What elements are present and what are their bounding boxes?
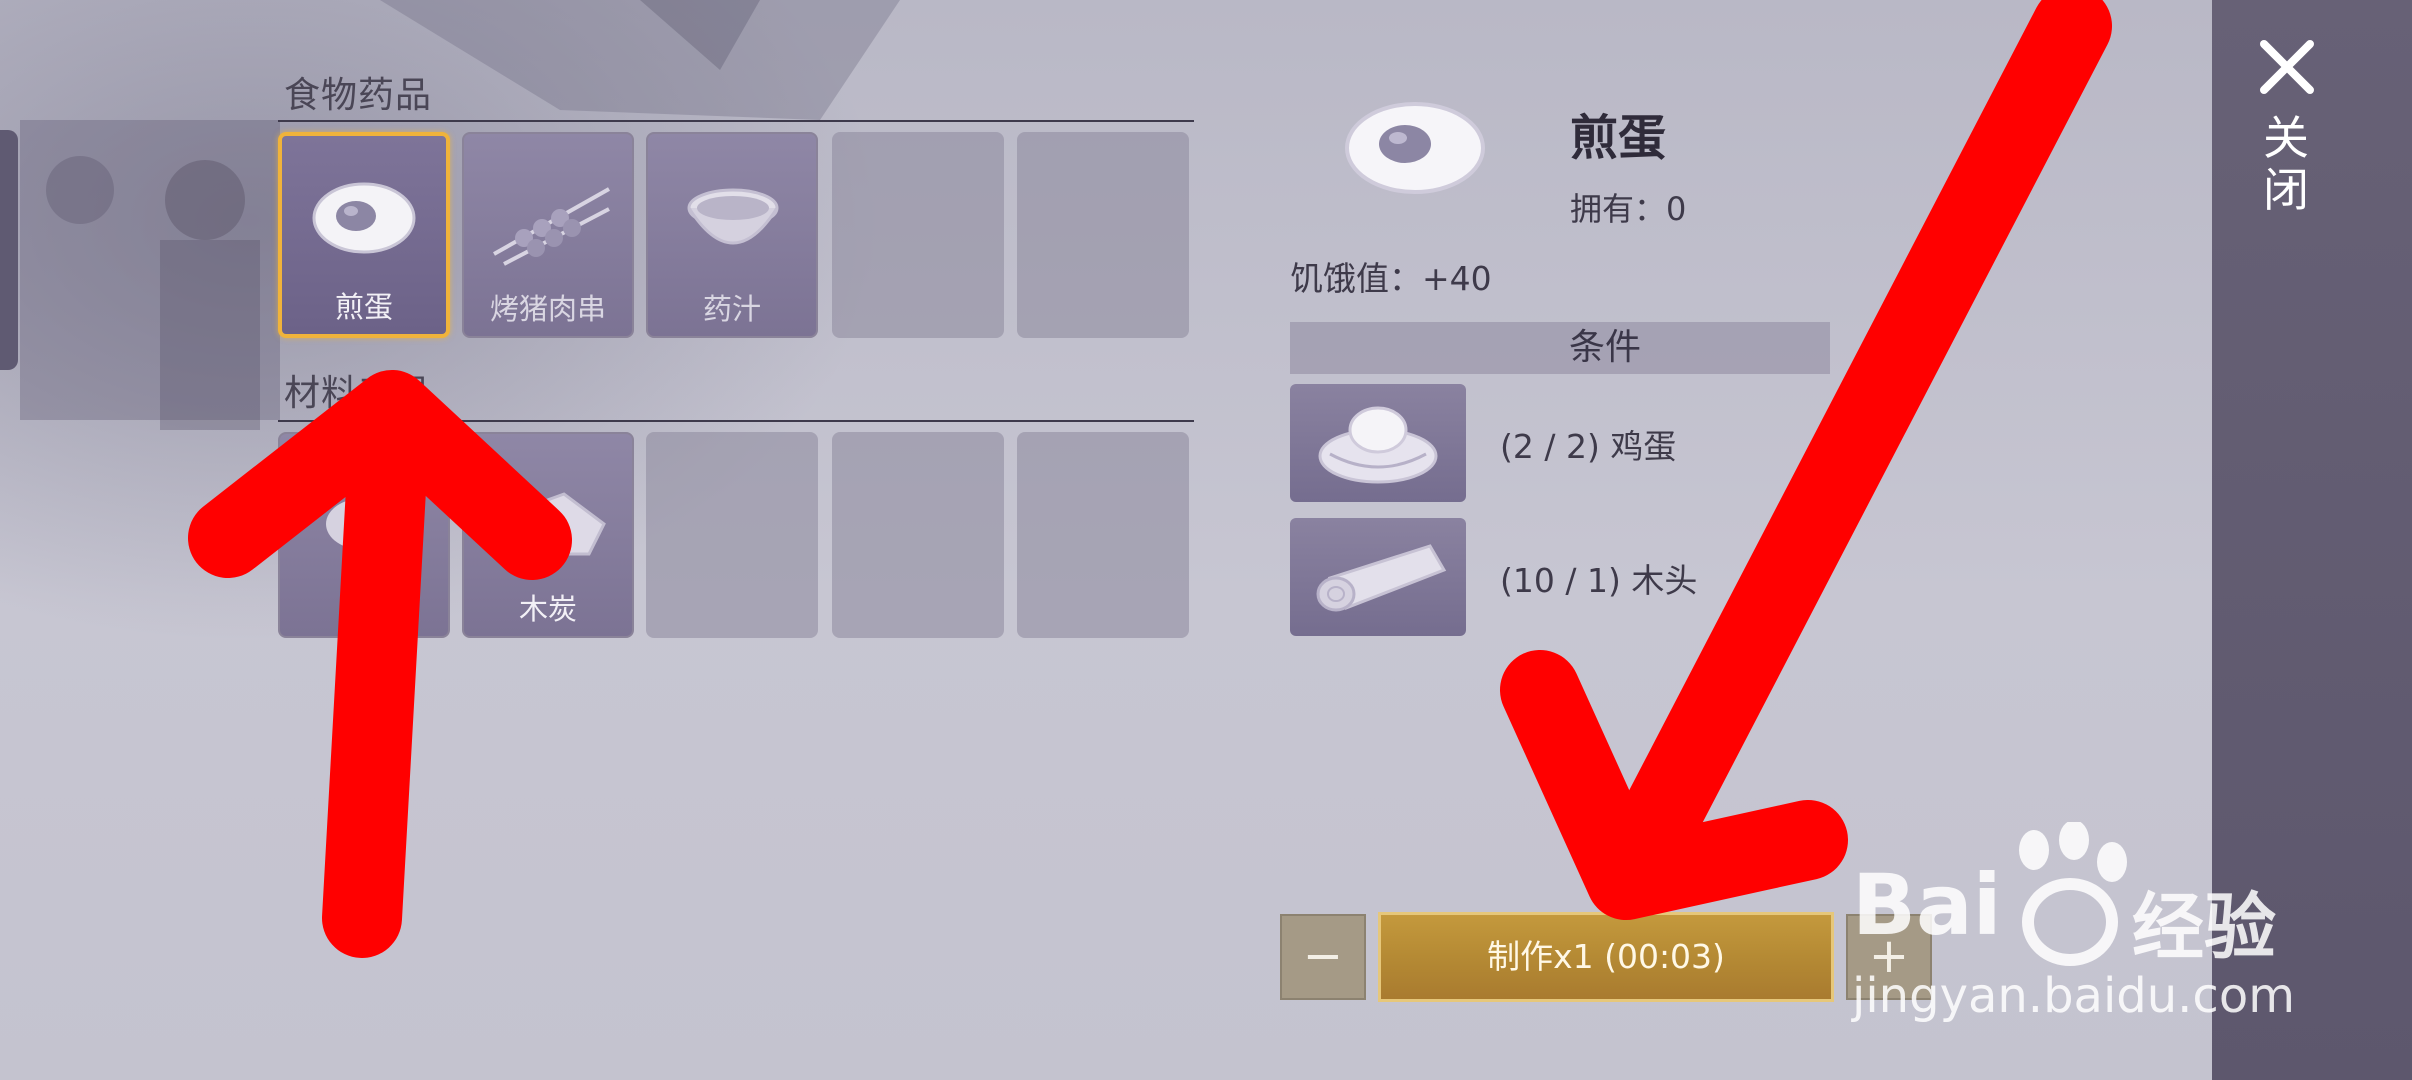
recipe-slot-empty bbox=[1017, 432, 1189, 638]
close-label[interactable]: 关闭 bbox=[2262, 112, 2310, 216]
crafting-screen: 食物药品 煎蛋 烤猪肉串 药汁 材料工具 木炭 煎蛋 拥有：0 饥饿值：+40 … bbox=[0, 0, 2412, 1080]
recipe-slot-material-1[interactable] bbox=[278, 432, 450, 638]
owned-count: 拥有：0 bbox=[1570, 190, 1687, 228]
recipe-slot-empty bbox=[832, 132, 1004, 338]
watermark-brand2: 经验 bbox=[2132, 885, 2277, 969]
recipe-label: 木炭 bbox=[518, 592, 577, 626]
watermark-brand: Bai bbox=[1852, 856, 2002, 954]
section-divider bbox=[278, 120, 1194, 122]
recipe-label: 煎蛋 bbox=[334, 290, 393, 324]
recipe-slot-charcoal[interactable]: 木炭 bbox=[462, 432, 634, 638]
pork-skewer-icon bbox=[493, 187, 610, 266]
hunger-value: 饥饿值：+40 bbox=[1290, 259, 1492, 298]
recipe-slot-medicine[interactable]: 药汁 bbox=[646, 132, 818, 338]
material-wood-text: (10 / 1) 木头 bbox=[1500, 561, 1698, 600]
material-egg-text: (2 / 2) 鸡蛋 bbox=[1500, 427, 1677, 466]
detail-fried-egg-icon bbox=[1345, 102, 1485, 194]
section-divider bbox=[278, 420, 1194, 422]
conditions-title: 条件 bbox=[1568, 327, 1641, 368]
recipe-slot-empty bbox=[646, 432, 818, 638]
section-title-food: 食物药品 bbox=[284, 75, 433, 116]
left-edge-tab[interactable] bbox=[0, 130, 18, 370]
material-slot-egg[interactable] bbox=[1290, 384, 1466, 502]
recipe-slot-pork-skewer[interactable]: 烤猪肉串 bbox=[462, 132, 634, 338]
paw-icon bbox=[2019, 822, 2127, 966]
recipe-slot-empty bbox=[1017, 132, 1189, 338]
recipe-slot-fried-egg[interactable]: 煎蛋 bbox=[278, 132, 450, 338]
material-slot-wood[interactable] bbox=[1290, 518, 1466, 636]
recipe-slot-empty bbox=[832, 432, 1004, 638]
wood-log-icon bbox=[1316, 544, 1447, 612]
close-icon[interactable] bbox=[2256, 36, 2318, 98]
charcoal-icon bbox=[506, 492, 606, 556]
bowl-icon bbox=[326, 498, 402, 550]
section-title-materials: 材料工具 bbox=[284, 373, 433, 414]
watermark-url: jingyan.baidu.com bbox=[1852, 968, 2295, 1024]
item-name: 煎蛋 bbox=[1570, 110, 1667, 166]
recipe-label: 药汁 bbox=[702, 292, 761, 326]
recipe-label: 烤猪肉串 bbox=[489, 292, 606, 326]
decrease-quantity-button[interactable]: − bbox=[1280, 914, 1366, 1000]
fried-egg-icon bbox=[312, 182, 416, 254]
egg-nest-icon bbox=[1318, 406, 1438, 484]
craft-button[interactable]: 制作x1 (00:03) bbox=[1378, 912, 1834, 1002]
medicine-bowl-icon bbox=[687, 188, 779, 245]
